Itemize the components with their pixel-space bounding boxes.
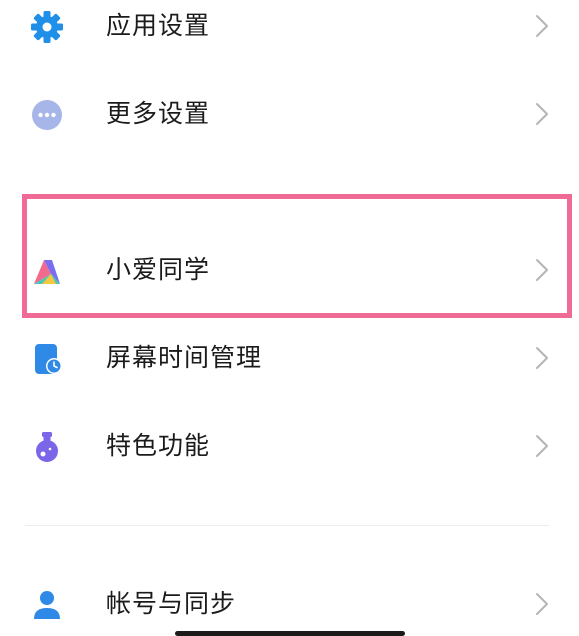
settings-item-special-features[interactable]: 特色功能 bbox=[0, 416, 579, 476]
settings-item-xiaoai[interactable]: 小爱同学 bbox=[0, 240, 579, 300]
settings-item-label: 帐号与同步 bbox=[106, 589, 237, 618]
settings-item-label: 应用设置 bbox=[106, 11, 211, 40]
settings-item-screen-time[interactable]: 屏幕时间管理 bbox=[0, 328, 579, 388]
gear-icon bbox=[30, 10, 64, 44]
settings-item-label: 特色功能 bbox=[106, 431, 211, 460]
home-indicator bbox=[175, 631, 405, 636]
chevron-right-icon bbox=[534, 13, 550, 39]
chevron-right-icon bbox=[534, 345, 550, 371]
settings-item-account-sync[interactable]: 帐号与同步 bbox=[0, 574, 579, 634]
chevron-right-icon bbox=[534, 433, 550, 459]
section-divider bbox=[25, 525, 549, 526]
chevron-right-icon bbox=[534, 101, 550, 127]
chevron-right-icon bbox=[534, 257, 550, 283]
settings-item-label: 更多设置 bbox=[106, 99, 211, 128]
settings-item-app-settings[interactable]: 应用设置 bbox=[0, 0, 579, 56]
more-dots-icon bbox=[30, 98, 64, 132]
settings-item-label: 小爱同学 bbox=[106, 255, 211, 284]
chevron-right-icon bbox=[534, 591, 550, 617]
settings-item-more-settings[interactable]: 更多设置 bbox=[0, 84, 579, 144]
account-icon bbox=[30, 588, 64, 622]
flask-icon bbox=[30, 430, 64, 464]
settings-item-label: 屏幕时间管理 bbox=[106, 343, 263, 372]
xiaoai-assistant-icon bbox=[30, 254, 64, 288]
screen-time-icon bbox=[30, 342, 64, 376]
